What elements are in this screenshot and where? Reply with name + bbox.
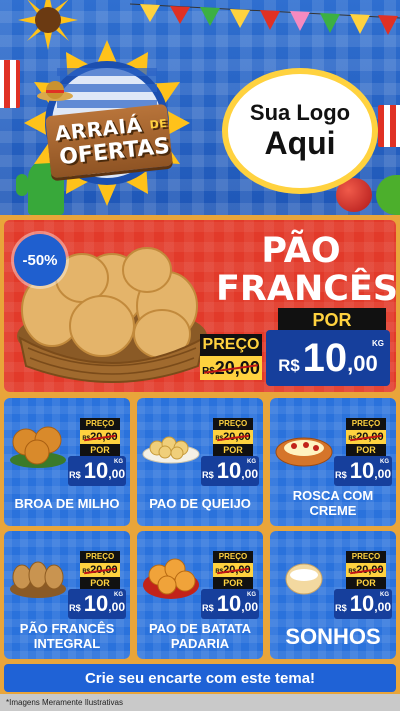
card-preco-label: PREÇO — [213, 551, 253, 563]
disclaimer-text: *Imagens Meramente Ilustrativas — [0, 694, 400, 711]
card-preco-label: PREÇO — [346, 551, 386, 563]
product-name: ROSCA COM CREME — [292, 488, 374, 518]
featured-new-int: 10 — [302, 336, 348, 380]
popcorn-icon — [378, 105, 400, 147]
leaf-icon — [376, 175, 400, 215]
card-old-price: R$20,00 — [213, 563, 253, 577]
card-old-price: R$20,00 — [346, 563, 386, 577]
card-old-price: R$20,00 — [80, 563, 120, 577]
logo-placeholder[interactable]: Sua Logo Aqui — [222, 68, 378, 194]
card-preco-label: PREÇO — [80, 418, 120, 430]
card-new-price: R$ 10,00 KG — [334, 589, 392, 619]
card-new-currency: R$ — [68, 470, 81, 480]
card-unit: KG — [114, 592, 123, 598]
logo-line1: Sua Logo — [249, 100, 351, 126]
card-old-price: R$20,00 — [213, 430, 253, 444]
card-new-int: 10 — [349, 458, 375, 483]
card-unit: KG — [114, 459, 123, 465]
product-name: PAO DE QUEIJO — [149, 495, 251, 511]
header-banner: ARRAIÁ DE OFERTAS Sua Logo Aqui — [0, 0, 400, 215]
featured-preco-label: PREÇO — [200, 334, 262, 356]
card-new-currency: R$ — [334, 603, 347, 613]
card-new-int: 10 — [349, 591, 375, 616]
card-old-price: R$20,00 — [346, 430, 386, 444]
card-unit: KG — [380, 592, 389, 598]
pao-batata-image — [143, 558, 199, 599]
rosca-image — [275, 437, 333, 467]
card-new-price: R$ 10,00 KG — [201, 589, 259, 619]
card-new-int: 10 — [83, 458, 109, 483]
featured-new-price: R$ 10,00 KG — [266, 330, 390, 386]
product-name: PÃO FRANCÊS INTEGRAL — [19, 621, 115, 651]
arraia-badge: ARRAIÁ DE OFERTAS — [22, 38, 192, 208]
card-new-price: R$ 10,00 KG — [334, 456, 392, 486]
cta-banner[interactable]: Crie seu encarte com este tema! — [4, 664, 396, 692]
sonho-image — [285, 563, 323, 595]
card-new-currency: R$ — [334, 470, 347, 480]
logo-line2: Aqui — [264, 124, 336, 161]
featured-product[interactable]: -50% PÃO FRANCÊS PREÇO R$20,00 POR R$10,… — [4, 220, 396, 392]
featured-title-line2: FRANCÊS — [216, 269, 396, 309]
badge-word-de: DE — [149, 116, 168, 132]
card-unit: KG — [247, 459, 256, 465]
discount-badge: -50% — [14, 234, 66, 286]
popcorn-icon — [0, 60, 20, 108]
card-unit: KG — [380, 459, 389, 465]
card-unit: KG — [247, 592, 256, 598]
card-new-int: 10 — [83, 591, 109, 616]
card-new-currency: R$ — [201, 470, 214, 480]
product-name: PAO DE BATATA PADARIA — [148, 621, 252, 651]
pao-de-queijo-image — [142, 436, 200, 464]
product-name: BROA DE MILHO — [14, 495, 120, 511]
straw-hat-icon — [37, 81, 73, 101]
featured-por-label: POR — [278, 308, 386, 332]
card-preco-label: PREÇO — [213, 418, 253, 430]
broa-image — [10, 426, 66, 468]
card-old-price: R$20,00 — [80, 430, 120, 444]
card-new-price: R$ 10,00 KG — [68, 589, 126, 619]
card-new-int: 10 — [216, 458, 242, 483]
card-preco-label: PREÇO — [80, 551, 120, 563]
card-new-price: R$ 10,00 KG — [201, 456, 259, 486]
badge-plank: ARRAIÁ DE OFERTAS — [45, 103, 173, 179]
card-new-currency: R$ — [68, 603, 81, 613]
featured-old-price: R$20,00 — [200, 356, 262, 380]
featured-title: PÃO FRANCÊS — [216, 231, 396, 309]
card-preco-label: PREÇO — [346, 418, 386, 430]
featured-title-line1: PÃO — [261, 231, 341, 271]
card-new-int: 10 — [216, 591, 242, 616]
product-name: SONHOS — [285, 623, 381, 649]
featured-unit: KG — [372, 339, 384, 348]
card-new-currency: R$ — [201, 603, 214, 613]
card-new-price: R$ 10,00 KG — [68, 456, 126, 486]
featured-new-currency: R$ — [278, 356, 300, 375]
pao-integral-image — [10, 561, 66, 598]
